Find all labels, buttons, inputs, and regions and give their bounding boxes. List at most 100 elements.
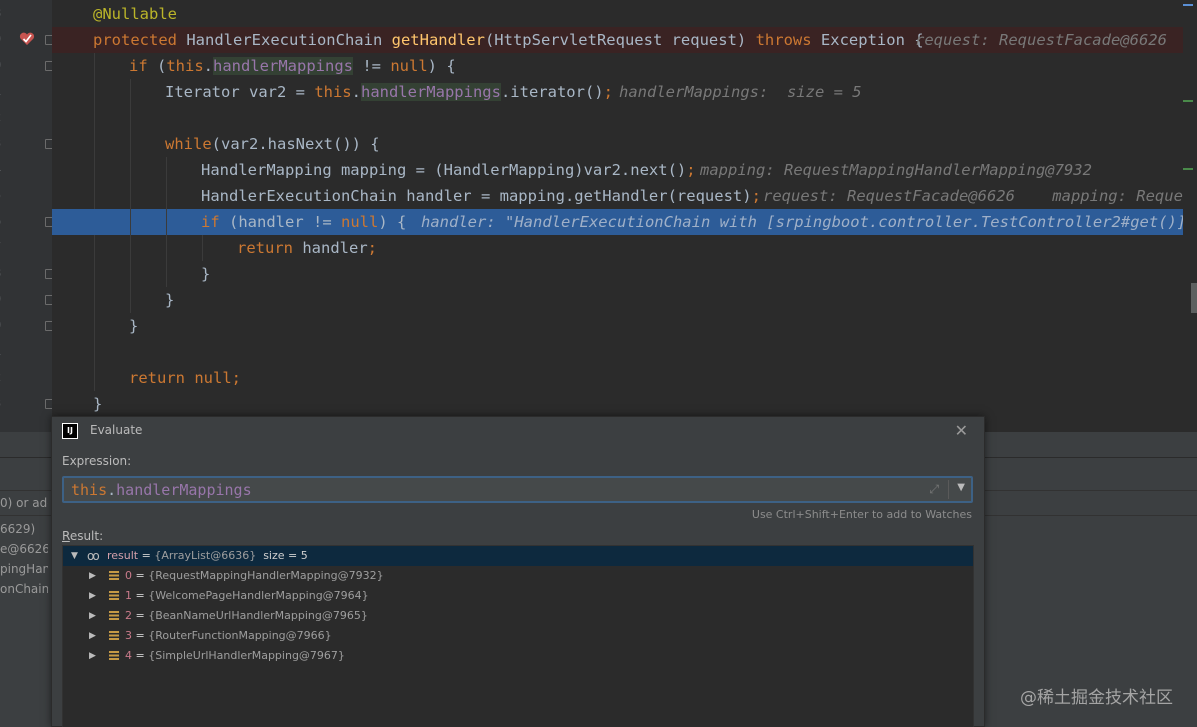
indent-guide [130, 105, 131, 131]
result-item-row[interactable]: ▶ 3 = {RouterFunctionMapping@7966} [63, 626, 973, 646]
field-item-icon [109, 591, 119, 600]
code-line: @Nullable [52, 1, 1197, 27]
item-index: 0 [125, 569, 132, 582]
code-statement: while(var2.hasNext()) { [165, 131, 380, 157]
code-line: } [52, 287, 1197, 313]
scroll-marker [1183, 168, 1193, 170]
expand-arrow-icon[interactable]: ▶ [89, 646, 96, 666]
history-dropdown-icon[interactable]: ▼ [957, 482, 965, 493]
inline-debug-hint: handler: "HandlerExecutionChain with [sr… [421, 213, 1197, 231]
field-item-icon [109, 571, 119, 580]
indent-guide [202, 235, 203, 261]
keyword: null [390, 57, 428, 75]
keyword: null [341, 213, 379, 231]
semicolon: ; [686, 161, 696, 179]
indent-guide [94, 365, 95, 391]
expand-arrow-icon[interactable]: ▶ [89, 586, 96, 606]
breakpoint-check-icon[interactable] [19, 31, 35, 47]
inline-debug-hint: request: RequestFacade@6626 mapping: Req… [763, 187, 1197, 205]
collapse-arrow-icon[interactable]: ▼ [71, 546, 78, 566]
code-text: Iterator var2 = [165, 83, 315, 101]
indent-guide [130, 183, 131, 209]
annotation-text: @Nullable [93, 5, 177, 23]
keyword: return [237, 239, 293, 257]
code-text: (handler != [219, 213, 341, 231]
item-index: 3 [125, 629, 132, 642]
expression-value[interactable]: this.handlerMappings [71, 480, 252, 500]
editor-scrollbar[interactable] [1183, 0, 1197, 432]
expand-arrow-icon[interactable]: ▶ [89, 626, 96, 646]
expression-label: Expression: [62, 454, 132, 468]
line-number: 1 [0, 344, 6, 358]
expand-arrow-icon[interactable]: ▶ [89, 606, 96, 626]
code-line-empty [52, 105, 1197, 131]
item-index: 1 [125, 589, 132, 602]
intellij-logo-icon: IJ [62, 423, 78, 439]
variables-fragment: e@6626) [0, 542, 48, 556]
variable-size: size = 5 [263, 549, 308, 562]
indent-guide [130, 287, 131, 313]
code-statement: return handler; [237, 235, 377, 261]
code-editor[interactable]: @Nullable protected HandlerExecutionChai… [52, 0, 1197, 432]
semicolon: ; [231, 369, 242, 387]
result-item-row[interactable]: ▶ 1 = {WelcomePageHandlerMapping@7964} [63, 586, 973, 606]
result-label: Result: [62, 529, 103, 543]
code-text: . [107, 481, 117, 499]
result-tree[interactable]: ▼ oo result = {ArrayList@6636} size = 5 … [62, 545, 974, 727]
closing-brace: } [201, 265, 211, 283]
mnemonic-letter: R [62, 529, 70, 543]
line-number: 7 [0, 240, 6, 254]
code-line: } [52, 313, 1197, 339]
inline-debug-hint: request: RequestFacade@6626 [915, 31, 1167, 49]
indent-guide [130, 131, 131, 157]
code-line: } [52, 261, 1197, 287]
indent-guide [94, 79, 95, 105]
inline-debug-hint: mapping: RequestMappingHandlerMapping@79… [700, 161, 1092, 179]
item-value: {RouterFunctionMapping@7966} [148, 629, 332, 642]
code-line: HandlerMapping mapping = (HandlerMapping… [52, 157, 1197, 183]
code-text: ) { [378, 213, 407, 231]
result-item-row[interactable]: ▶ 2 = {BeanNameUrlHandlerMapping@7965} [63, 606, 973, 626]
result-item-text: 2 = {BeanNameUrlHandlerMapping@7965} [125, 609, 368, 622]
line-number: 2 [0, 110, 6, 124]
closing-brace: } [165, 291, 175, 309]
field-item-icon [109, 611, 119, 620]
equals-sign: = [138, 549, 155, 562]
scrollbar-thumb[interactable] [1191, 283, 1197, 313]
keyword: this [166, 57, 204, 75]
close-icon[interactable]: ✕ [955, 421, 968, 440]
dialog-title-bar[interactable]: IJ Evaluate ✕ [52, 417, 984, 445]
indent-guide [130, 209, 131, 235]
result-item-row[interactable]: ▶ 0 = {RequestMappingHandlerMapping@7932… [63, 566, 973, 586]
result-root-row[interactable]: ▼ oo result = {ArrayList@6636} size = 5 [63, 546, 973, 566]
indent-guide [166, 209, 167, 235]
indent-guide [166, 235, 167, 261]
keyword: if [129, 57, 148, 75]
code-line: return handler; [52, 235, 1197, 261]
expand-arrow-icon[interactable]: ▶ [89, 566, 96, 586]
expression-input[interactable]: this.handlerMappings ⤢ ▼ [62, 476, 973, 503]
line-number: 0 [0, 318, 6, 332]
line-number: 4 [0, 162, 6, 176]
line-number: 5 [0, 188, 6, 202]
code-text: Exception { [811, 31, 924, 49]
indent-guide [94, 235, 95, 261]
result-item-row[interactable]: ▶ 4 = {SimpleUrlHandlerMapping@7967} [63, 646, 973, 666]
indent-guide [94, 261, 95, 287]
code-text: (HttpServletRequest request) [484, 31, 756, 49]
expand-icon[interactable]: ⤢ [929, 482, 939, 497]
code-text: . [351, 83, 361, 101]
evaluate-dialog[interactable]: IJ Evaluate ✕ Expression: this.handlerMa… [51, 416, 985, 727]
editor-gutter[interactable]: 8 9 0 1 2 3 4 5 6 7 8 9 0 1 2 3 [0, 0, 54, 432]
code-statement: return null; [129, 365, 241, 391]
keyword: while [165, 135, 212, 153]
variable-value: {ArrayList@6636} [154, 549, 257, 562]
semicolon: ; [603, 83, 613, 101]
result-item-text: 0 = {RequestMappingHandlerMapping@7932} [125, 569, 384, 582]
result-item-text: 4 = {SimpleUrlHandlerMapping@7967} [125, 649, 345, 662]
indent-guide [94, 131, 95, 157]
item-value: {SimpleUrlHandlerMapping@7967} [148, 649, 345, 662]
code-text: HandlerMapping mapping = (HandlerMapping… [201, 161, 687, 179]
field-reference: handlerMappings [360, 83, 501, 101]
code-text: handler [293, 239, 368, 257]
